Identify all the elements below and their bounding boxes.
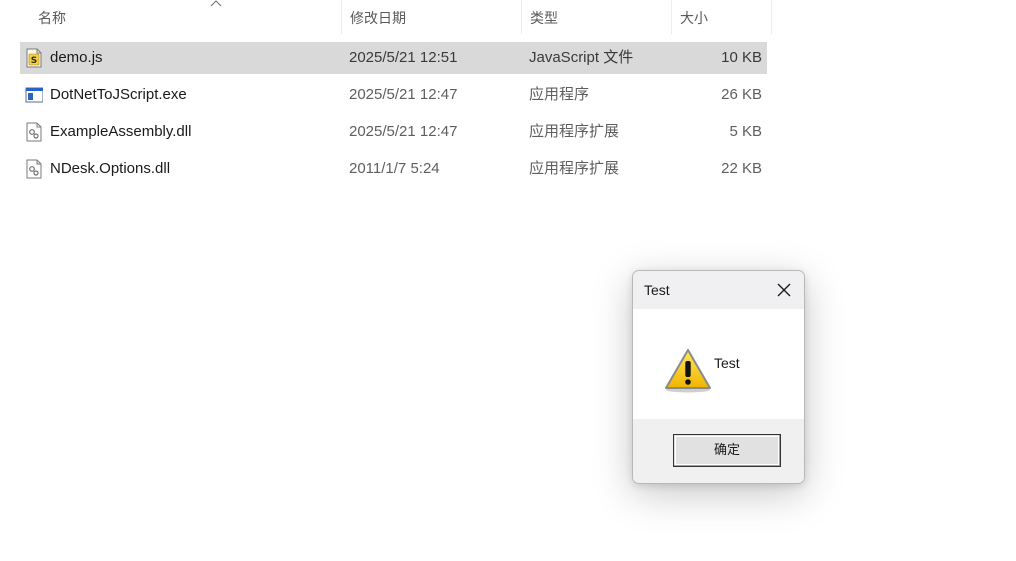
column-header-type-label: 类型: [530, 10, 558, 26]
file-size: 26 KB: [721, 86, 762, 103]
dll-file-icon: [26, 122, 42, 142]
file-row-dotnettojscript-exe[interactable]: DotNetToJScript.exe 2025/5/21 12:47 应用程序…: [20, 79, 767, 111]
warning-icon: [665, 349, 711, 393]
file-type: 应用程序扩展: [529, 123, 620, 140]
dialog-title: Test: [644, 282, 670, 298]
dialog-body: Test: [633, 309, 804, 419]
file-row-demo-js[interactable]: S demo.js 2025/5/21 12:51 JavaScript 文件 …: [20, 42, 767, 74]
column-header-name[interactable]: 名称: [30, 0, 342, 34]
dll-file-icon: [26, 159, 42, 179]
ok-button[interactable]: 确定: [673, 434, 781, 467]
file-date: 2011/1/7 5:24: [349, 160, 440, 177]
file-name: NDesk.Options.dll: [50, 160, 171, 177]
column-header-row: 名称 修改日期 类型 大小: [0, 0, 772, 34]
file-size: 5 KB: [729, 123, 762, 140]
file-size: 10 KB: [721, 49, 762, 66]
sort-ascending-icon: [210, 0, 222, 7]
svg-text:S: S: [31, 56, 37, 66]
message-box-dialog: Test Test 确定: [632, 270, 805, 484]
dialog-close-button[interactable]: [770, 277, 798, 303]
file-row-exampleassembly-dll[interactable]: ExampleAssembly.dll 2025/5/21 12:47 应用程序…: [20, 116, 767, 148]
file-type: 应用程序扩展: [529, 160, 620, 177]
column-header-type[interactable]: 类型: [522, 0, 672, 34]
file-type: JavaScript 文件: [529, 49, 634, 66]
file-row-ndesk-options-dll[interactable]: NDesk.Options.dll 2011/1/7 5:24 应用程序扩展 2…: [20, 153, 767, 185]
dialog-titlebar[interactable]: Test: [633, 271, 804, 309]
file-type: 应用程序: [529, 86, 590, 103]
file-size: 22 KB: [721, 160, 762, 177]
close-icon: [777, 283, 791, 297]
application-icon: [25, 87, 43, 103]
column-header-size-label: 大小: [680, 10, 708, 26]
file-date: 2025/5/21 12:47: [349, 123, 458, 140]
file-explorer: 名称 修改日期 类型 大小 S demo.js 2025/5/21 12:51 …: [0, 0, 1016, 561]
file-name: DotNetToJScript.exe: [50, 86, 187, 103]
file-name: ExampleAssembly.dll: [50, 123, 192, 140]
file-date: 2025/5/21 12:51: [349, 49, 458, 66]
column-header-date-label: 修改日期: [350, 10, 406, 26]
file-date: 2025/5/21 12:47: [349, 86, 458, 103]
javascript-file-icon: S: [26, 48, 42, 68]
column-header-size[interactable]: 大小: [672, 0, 772, 34]
column-header-date[interactable]: 修改日期: [342, 0, 522, 34]
dialog-footer: 确定: [633, 419, 804, 483]
column-header-name-label: 名称: [38, 10, 66, 26]
dialog-message: Test: [714, 355, 740, 371]
file-name: demo.js: [50, 49, 103, 66]
